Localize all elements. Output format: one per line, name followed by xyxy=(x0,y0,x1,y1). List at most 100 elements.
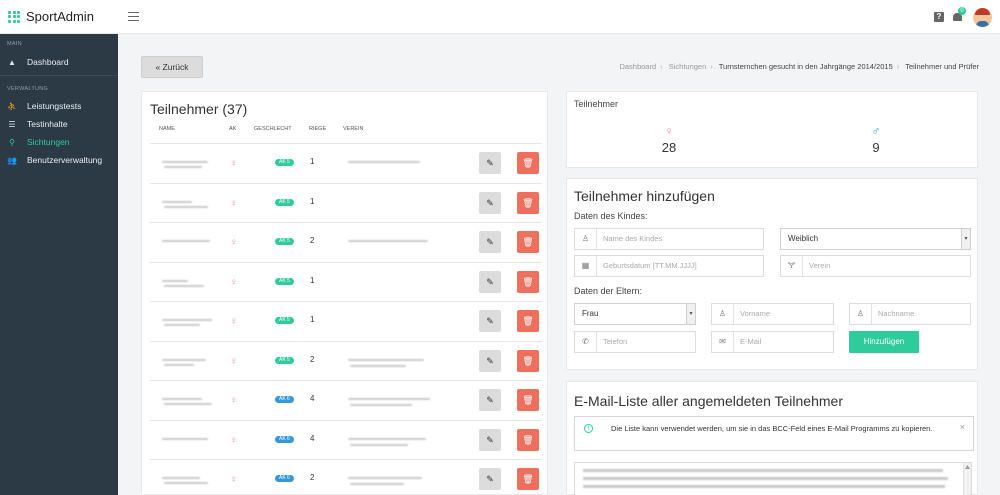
trophy-icon: 🝖 xyxy=(781,256,803,276)
edit-button[interactable]: ✎ xyxy=(479,349,501,372)
sidebar-item-label: Testinhalte xyxy=(27,119,68,129)
delete-button[interactable]: 🗑 xyxy=(517,152,539,174)
add-participant-title: Teilnehmer hinzufügen xyxy=(574,188,715,204)
name-redacted xyxy=(162,319,212,321)
lastname-input[interactable]: ♙ Nachname xyxy=(849,303,971,325)
delete-button[interactable]: 🗑 xyxy=(517,231,539,253)
riege-value: 1 xyxy=(310,315,315,324)
scrollbar[interactable] xyxy=(963,463,971,495)
sidebar-item-benutzerverwaltung[interactable]: 👥 Benutzerverwaltung xyxy=(0,151,118,169)
calendar-icon: ▦ xyxy=(575,256,597,276)
delete-button[interactable]: 🗑 xyxy=(517,468,539,490)
trash-icon: 🗑 xyxy=(522,316,534,326)
edit-button[interactable]: ✎ xyxy=(479,428,501,451)
table-row: ♀ AK 5 1 ✎ 🗑 xyxy=(150,261,542,302)
table-header: NAME AK GESCHLECHT RIEGE VEREIN xyxy=(142,126,542,136)
gender-select[interactable]: Weiblich ▾ xyxy=(780,228,971,250)
help-icon[interactable]: ? xyxy=(934,12,944,22)
user-icon: ♙ xyxy=(850,304,872,324)
breadcrumb: Dashboard › Sichtungen › Turnsternchen ges… xyxy=(619,62,979,71)
riege-value: 4 xyxy=(310,433,315,443)
breadcrumb-current: Teilnehmer und Prüfer xyxy=(905,62,979,71)
name-redacted xyxy=(162,437,208,440)
name-redacted xyxy=(162,240,210,242)
brand[interactable]: SportAdmin xyxy=(8,9,94,24)
breadcrumb-dashboard[interactable]: Dashboard xyxy=(619,62,656,71)
club-redacted xyxy=(348,240,428,242)
trash-icon: 🗑 xyxy=(522,395,534,405)
edit-button[interactable]: ✎ xyxy=(479,310,501,332)
firstname-input[interactable]: ♙ Vorname xyxy=(711,303,834,325)
chevron-down-icon: ▾ xyxy=(961,229,970,249)
breadcrumb-sichtung[interactable]: Turnsternchen gesucht in den Jahrgänge 2… xyxy=(719,62,893,71)
table-row: ♀ AK 5 2 ✎ 🗑 xyxy=(150,222,542,262)
info-alert: ! Die Liste kann verwendet werden, um si… xyxy=(574,416,974,451)
female-icon: ♀ xyxy=(230,237,238,248)
ak-badge: AK 5 xyxy=(275,159,294,166)
close-icon[interactable]: × xyxy=(960,422,965,432)
edit-button[interactable]: ✎ xyxy=(479,389,501,411)
female-count: 28 xyxy=(661,140,677,155)
female-icon: ♀ xyxy=(230,355,238,367)
user-icon: ♙ xyxy=(712,304,734,324)
breadcrumb-sichtungen[interactable]: Sichtungen xyxy=(669,62,707,71)
delete-button[interactable]: 🗑 xyxy=(517,191,539,214)
hamburger-menu-icon[interactable] xyxy=(128,12,139,21)
club-redacted xyxy=(348,398,430,400)
trash-icon: 🗑 xyxy=(522,237,534,247)
trash-icon: 🗑 xyxy=(522,434,534,445)
col-verein: VEREIN xyxy=(343,126,364,132)
riege-value: 4 xyxy=(310,394,315,403)
name-redacted xyxy=(164,482,208,484)
male-icon: ♂ xyxy=(871,124,881,138)
avatar[interactable] xyxy=(973,8,992,27)
sidebar-item-sichtungen[interactable]: ⚲ Sichtungen xyxy=(0,133,118,151)
name-redacted xyxy=(164,205,208,208)
pencil-icon: ✎ xyxy=(486,276,494,287)
delete-button[interactable]: 🗑 xyxy=(517,270,539,293)
sidebar-item-testinhalte[interactable]: ☰ Testinhalte xyxy=(0,115,118,133)
edit-button[interactable]: ✎ xyxy=(479,152,501,174)
edit-button[interactable]: ✎ xyxy=(479,468,501,490)
edit-button[interactable]: ✎ xyxy=(479,231,501,253)
trash-icon: 🗑 xyxy=(522,158,534,168)
ak-badge: AK 5 xyxy=(275,356,294,364)
delete-button[interactable]: 🗑 xyxy=(517,428,539,451)
female-icon: ♀ xyxy=(230,276,238,288)
edit-button[interactable]: ✎ xyxy=(479,270,501,293)
female-stat: ♀ 28 xyxy=(649,124,689,155)
trash-icon: 🗑 xyxy=(522,474,534,484)
mail-list-title: E-Mail-Liste aller angemeldeten Teilnehm… xyxy=(574,393,843,409)
club-redacted xyxy=(348,358,424,361)
birthdate-input[interactable]: ▦ Geburtsdatum [TT.MM.JJJJ] xyxy=(574,255,764,277)
col-geschlecht: GESCHLECHT xyxy=(254,126,292,132)
email-input[interactable]: ✉ E-Mail xyxy=(711,331,834,353)
pencil-icon: ✎ xyxy=(486,197,494,208)
club-redacted xyxy=(348,477,422,479)
add-button[interactable]: Hinzufügen xyxy=(849,331,919,353)
back-button[interactable]: « Zurück xyxy=(141,56,203,78)
birthdate-placeholder: Geburtsdatum [TT.MM.JJJJ] xyxy=(603,261,697,270)
col-name: NAME xyxy=(159,126,175,132)
sidebar-item-dashboard[interactable]: ▲ Dashboard xyxy=(0,53,118,71)
club-placeholder: Verein xyxy=(809,261,831,270)
email-list-textarea[interactable] xyxy=(574,462,972,495)
phone-icon: ✆ xyxy=(575,332,597,352)
delete-button[interactable]: 🗑 xyxy=(517,389,539,411)
club-redacted xyxy=(348,161,420,163)
name-redacted xyxy=(162,358,206,361)
sidebar-item-leistungstests[interactable]: ⛹ Leistungstests xyxy=(0,97,118,115)
phone-input[interactable]: ✆ Telefon xyxy=(574,331,696,353)
club-input[interactable]: 🝖 Verein xyxy=(780,255,971,277)
mail-list-card: E-Mail-Liste aller angemeldeten Teilnehm… xyxy=(566,381,978,495)
salutation-select[interactable]: Frau ▾ xyxy=(574,303,696,325)
edit-button[interactable]: ✎ xyxy=(479,191,501,214)
male-stat: ♂ 9 xyxy=(856,124,896,155)
table-row: ♀ AK 6 2 ✎ 🗑 xyxy=(150,459,542,495)
child-name-input[interactable]: ♙ Name des Kindes xyxy=(574,228,764,250)
name-redacted xyxy=(164,166,202,168)
pencil-icon: ✎ xyxy=(486,355,494,366)
delete-button[interactable]: 🗑 xyxy=(517,349,539,372)
delete-button[interactable]: 🗑 xyxy=(517,310,539,332)
name-redacted xyxy=(164,324,200,326)
